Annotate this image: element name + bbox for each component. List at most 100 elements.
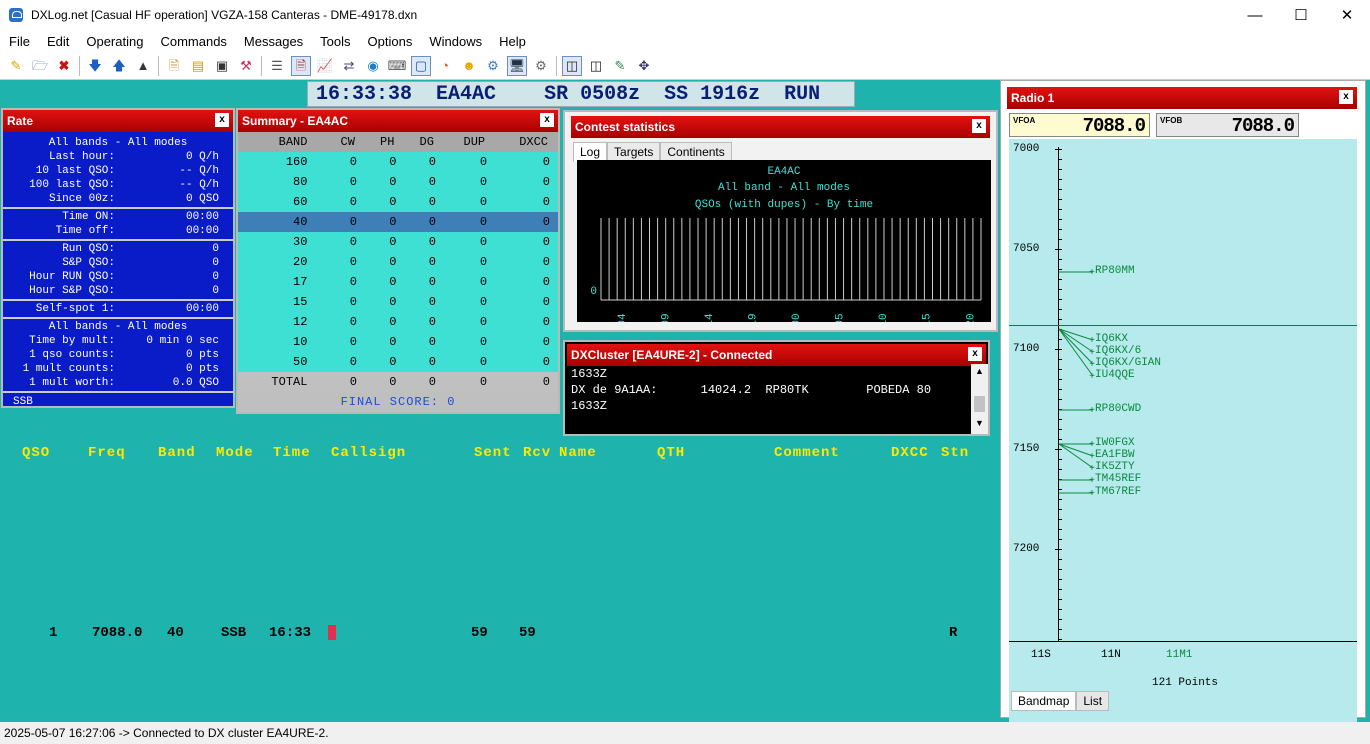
new-icon[interactable]: ✎ [6, 56, 26, 76]
bandmap[interactable]: 7000 7050 7100 7150 7200 RP80MM IQ6KX IQ6KX/6 I… [1009, 139, 1357, 743]
rate-panel: Rate x All bands - All modes Last hour: 0 Q… [1, 108, 235, 408]
entry-time[interactable]: 16:33 [269, 625, 311, 641]
summary-cell: 0 [325, 312, 365, 332]
tab-list[interactable]: List [1076, 691, 1110, 711]
menu-commands[interactable]: Commands [151, 34, 234, 49]
settings-icon[interactable]: ⚙ [483, 56, 503, 76]
summary-row[interactable]: 40 0 0 0 0 0 [238, 212, 558, 232]
globe-icon[interactable]: ◉ [363, 56, 383, 76]
rate-separator [3, 317, 233, 319]
entry-rcv[interactable]: 59 [519, 625, 536, 641]
summary-row[interactable]: 30 0 0 0 0 0 [238, 232, 558, 252]
list-icon[interactable]: ☰ [267, 56, 287, 76]
callsign-input[interactable] [328, 625, 336, 640]
spot-marker: + [1089, 348, 1095, 359]
stats-header[interactable]: Contest statistics x [571, 116, 990, 138]
summary-cell: 0 [443, 252, 496, 272]
summary-cell: 0 [495, 312, 558, 332]
terminal-icon[interactable]: ▣ [212, 56, 232, 76]
menu-options[interactable]: Options [359, 34, 421, 49]
vfob-display[interactable]: VFOB 7088.0 [1156, 113, 1299, 137]
summary-row[interactable]: 50 0 0 0 0 0 [238, 352, 558, 372]
radio-header[interactable]: Radio 1 x [1007, 87, 1357, 109]
vfoa-display[interactable]: VFOA 7088.0 [1009, 113, 1150, 137]
delete-icon[interactable]: ✖ [54, 56, 74, 76]
rate-row-label: Last hour: [48, 151, 115, 163]
summary-row[interactable]: 17 0 0 0 0 0 [238, 272, 558, 292]
keyboard-icon[interactable]: ⌨ [387, 56, 407, 76]
entry-freq[interactable]: 7088.0 [92, 625, 142, 641]
menu-tools[interactable]: Tools [311, 34, 358, 49]
summary-row[interactable]: 160 0 0 0 0 0 [238, 152, 558, 172]
close-icon[interactable]: x [1339, 90, 1353, 104]
entry-mode[interactable]: SSB [221, 625, 246, 641]
cluster-log: 1633Z DX de 9A1AA: 14024.2 RP80TK POBEDA … [571, 366, 931, 414]
chart-x-tick: 10 [878, 313, 890, 322]
network-icon[interactable]: ⇄ [339, 56, 359, 76]
summary-row[interactable]: 60 0 0 0 0 0 [238, 192, 558, 212]
window-icon[interactable]: ▢ [411, 55, 431, 76]
menu-messages[interactable]: Messages [235, 34, 311, 49]
summary-row[interactable]: 80 0 0 0 0 0 [238, 172, 558, 192]
open-folder-icon[interactable]: 🗁 [30, 56, 50, 76]
close-button[interactable]: ✕ [1324, 0, 1370, 30]
chart-pie-icon[interactable]: ◔ [435, 56, 455, 76]
note-icon[interactable]: 🗎 [164, 56, 184, 76]
summary-cell: 20 [238, 252, 326, 272]
monitor-icon[interactable]: 🖥 [507, 55, 527, 76]
entry-qso[interactable]: 1 [49, 625, 57, 641]
tab-bandmap[interactable]: Bandmap [1011, 691, 1077, 711]
close-icon[interactable]: x [215, 113, 229, 127]
summary-cell: 0 [325, 272, 365, 292]
summary-header[interactable]: Summary - EA4AC x [238, 110, 558, 132]
eraser-icon[interactable]: ▲ [133, 56, 153, 76]
pen-icon[interactable]: ✎ [610, 56, 630, 76]
summary-cell: 0 [325, 212, 365, 232]
summary-row[interactable]: 20 0 0 0 0 0 [238, 252, 558, 272]
tab-log[interactable]: Log [573, 142, 608, 162]
summary-cell: 0 [443, 332, 496, 352]
op-mode: RUN [784, 82, 821, 106]
smiley-icon[interactable]: ☻ [459, 56, 479, 76]
close-icon[interactable]: x [968, 347, 982, 361]
cluster-title: DXCluster [EA4URE-2] - Connected [571, 348, 773, 362]
entry-stn[interactable]: R [949, 625, 957, 641]
cluster-header[interactable]: DXCluster [EA4URE-2] - Connected x [567, 344, 986, 366]
menu-edit[interactable]: Edit [38, 34, 77, 49]
maximize-button[interactable]: ☐ [1278, 0, 1324, 30]
entry-band[interactable]: 40 [167, 625, 184, 641]
close-icon[interactable]: x [972, 119, 986, 133]
arrow-up-icon[interactable]: 🡅 [109, 56, 129, 76]
move-icon[interactable]: ✥ [634, 56, 654, 76]
rate-header[interactable]: Rate x [3, 110, 233, 132]
tab-targets[interactable]: Targets [607, 142, 661, 162]
menu-file[interactable]: File [0, 34, 38, 49]
gear-icon[interactable]: ⚙ [531, 56, 551, 76]
radio-icon[interactable]: ◫ [562, 55, 582, 76]
rate-row: Self-spot 1: 00:00 [3, 302, 233, 316]
summary-row[interactable]: 12 0 0 0 0 0 [238, 312, 558, 332]
document-icon[interactable]: 🗎 [291, 55, 311, 76]
rate-modes-header: All bands - All modes [48, 137, 188, 149]
summary-row[interactable]: 10 0 0 0 0 0 [238, 332, 558, 352]
rate-row-value: 00:00 [185, 303, 219, 315]
minimize-button[interactable]: — [1232, 0, 1278, 30]
tools-icon[interactable]: ⚒ [236, 56, 256, 76]
chart-x-tick: 20 [965, 313, 977, 322]
menu-help[interactable]: Help [490, 34, 534, 49]
summary-cell: 30 [238, 232, 326, 252]
close-icon[interactable]: x [540, 113, 554, 127]
arrow-down-icon[interactable]: 🡇 [85, 56, 105, 76]
summary-col-header: CW [325, 132, 365, 152]
card-icon[interactable]: ▤ [188, 56, 208, 76]
cluster-scrollbar[interactable]: ▲ ▼ [971, 364, 988, 434]
tab-continents[interactable]: Continents [660, 142, 732, 162]
menu-windows[interactable]: Windows [420, 34, 490, 49]
summary-row[interactable]: 15 0 0 0 0 0 [238, 292, 558, 312]
sunset-time: SS 1916z [664, 82, 761, 106]
menu-operating[interactable]: Operating [77, 34, 151, 49]
stats-icon[interactable]: 📈 [315, 56, 335, 76]
radio2-icon[interactable]: ◫ [586, 56, 606, 76]
entry-sent[interactable]: 59 [471, 625, 488, 641]
station-call: EA4AC [436, 82, 497, 106]
